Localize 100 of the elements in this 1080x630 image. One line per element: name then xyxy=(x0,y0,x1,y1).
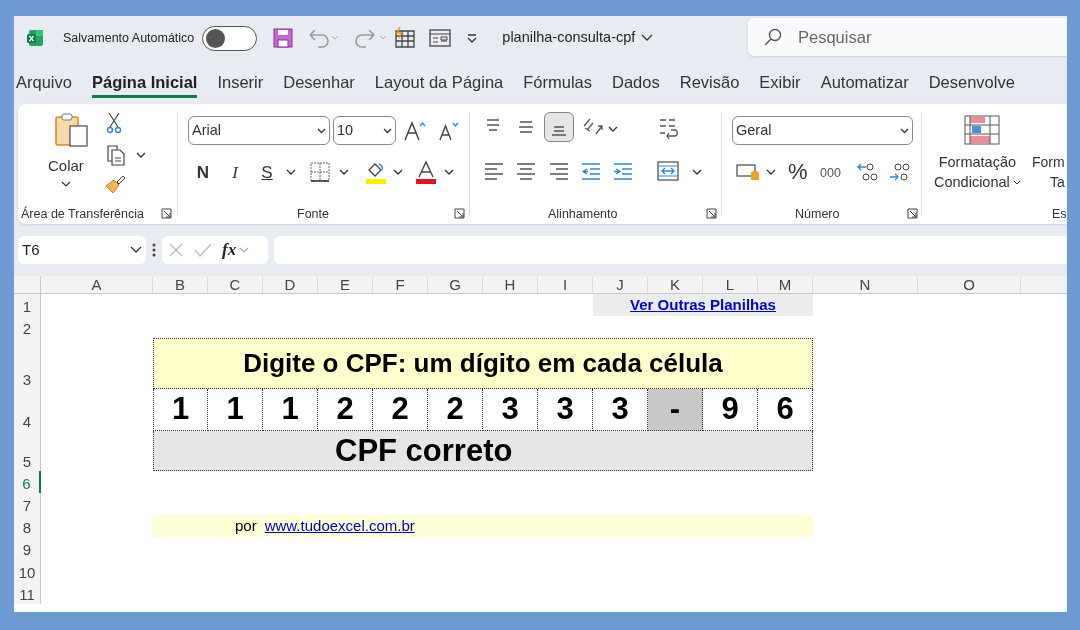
digit-cell[interactable]: 3 xyxy=(538,389,593,431)
column-header[interactable]: B xyxy=(153,276,208,293)
format-as-table-button[interactable]: Form Ta xyxy=(1032,152,1065,192)
column-header[interactable]: N xyxy=(813,276,918,293)
customize-caret-icon[interactable] xyxy=(466,33,479,43)
filename-menu[interactable]: planilha-consulta-cpf xyxy=(502,27,654,49)
increase-decimal-icon[interactable] xyxy=(856,162,878,182)
font-size-dropdown[interactable]: 10 xyxy=(333,116,396,145)
conditional-formatting-button[interactable]: Formatação Condicional xyxy=(934,152,1021,192)
separator-cell[interactable]: - xyxy=(648,389,703,431)
row-header[interactable]: 9 xyxy=(14,537,41,559)
font-color-icon[interactable] xyxy=(416,160,436,184)
digit-cell[interactable]: 3 xyxy=(483,389,538,431)
row-header[interactable]: 3 xyxy=(14,338,41,389)
align-center-icon[interactable] xyxy=(516,162,536,180)
form-icon[interactable] xyxy=(429,28,452,48)
dialog-launcher-icon[interactable] xyxy=(454,208,465,219)
decrease-indent-icon[interactable] xyxy=(581,162,601,180)
digit-cell[interactable]: 6 xyxy=(758,389,813,431)
conditional-formatting-icon[interactable] xyxy=(964,115,1000,145)
name-box[interactable]: T6 xyxy=(18,236,146,264)
ribbon-tab[interactable]: Inserir xyxy=(217,65,264,99)
number-format-dropdown[interactable]: Geral xyxy=(732,116,913,145)
caret-icon[interactable] xyxy=(383,127,392,134)
caret-icon[interactable] xyxy=(393,169,403,176)
ribbon-tab[interactable]: Automatizar xyxy=(820,65,909,99)
column-header[interactable]: A xyxy=(41,276,153,293)
search-field[interactable]: Pesquisar xyxy=(748,18,1067,56)
format-painter-icon[interactable] xyxy=(104,174,126,194)
digit-cell[interactable]: 1 xyxy=(153,389,208,431)
ribbon-tab[interactable]: Arquivo xyxy=(16,65,72,99)
dialog-launcher-icon[interactable] xyxy=(706,208,717,219)
wrap-text-icon[interactable] xyxy=(658,116,680,142)
ribbon-tab[interactable]: Exibir xyxy=(759,65,801,99)
caret-icon[interactable] xyxy=(136,152,146,159)
digit-cell[interactable]: 2 xyxy=(428,389,483,431)
bold-button[interactable]: N xyxy=(193,160,213,184)
ribbon-tab[interactable]: Fórmulas xyxy=(523,65,593,99)
caret-icon[interactable] xyxy=(130,246,142,254)
ribbon-tab[interactable]: Desenhar xyxy=(283,65,355,99)
row-header[interactable]: 2 xyxy=(14,316,41,338)
row-header[interactable]: 1 xyxy=(14,294,41,316)
ribbon-tab[interactable]: Layout da Página xyxy=(374,65,504,99)
align-right-icon[interactable] xyxy=(549,162,569,180)
more-options-icon[interactable] xyxy=(152,243,156,257)
paste-icon[interactable] xyxy=(54,112,90,148)
ribbon-tab[interactable]: Desenvolve xyxy=(928,65,1015,99)
caret-icon[interactable] xyxy=(339,169,349,176)
underline-button[interactable]: S xyxy=(257,160,277,184)
decrease-decimal-icon[interactable] xyxy=(888,162,910,182)
merge-center-icon[interactable] xyxy=(657,160,679,182)
column-header[interactable]: C xyxy=(208,276,263,293)
column-header[interactable]: J xyxy=(593,276,648,293)
digit-cell[interactable]: 2 xyxy=(318,389,373,431)
ribbon-tab[interactable]: Dados xyxy=(612,65,660,99)
row-header[interactable]: 8 xyxy=(14,515,41,537)
row-header[interactable]: 11 xyxy=(14,582,41,604)
caret-icon[interactable] xyxy=(1012,179,1021,185)
ribbon-tab[interactable]: Página Inicial xyxy=(91,65,198,99)
caret-icon[interactable] xyxy=(444,169,454,176)
shrink-font-icon[interactable] xyxy=(438,120,460,142)
website-link[interactable]: www.tudoexcel.com.br xyxy=(264,514,415,538)
digit-cell[interactable]: 3 xyxy=(593,389,648,431)
align-left-icon[interactable] xyxy=(484,162,504,180)
column-header[interactable]: D xyxy=(263,276,318,293)
digit-cell[interactable]: 9 xyxy=(703,389,758,431)
table-icon[interactable] xyxy=(394,27,417,49)
caret-icon[interactable] xyxy=(900,127,909,134)
borders-icon[interactable] xyxy=(310,162,330,182)
ribbon-tab[interactable]: Revisão xyxy=(679,65,740,99)
row-header[interactable]: 7 xyxy=(14,493,41,515)
italic-button[interactable]: I xyxy=(225,160,245,184)
paste-button[interactable]: Colar xyxy=(48,155,84,188)
percent-button[interactable]: % xyxy=(788,160,808,184)
formula-input[interactable] xyxy=(274,236,1067,264)
check-icon[interactable] xyxy=(194,242,212,258)
caret-icon[interactable] xyxy=(692,169,702,176)
save-icon[interactable] xyxy=(273,28,294,48)
column-header[interactable]: O xyxy=(918,276,1021,293)
dialog-launcher-icon[interactable] xyxy=(161,208,172,219)
scissors-icon[interactable] xyxy=(106,112,122,134)
row-header[interactable]: 10 xyxy=(14,559,41,582)
autosave-toggle[interactable] xyxy=(202,25,258,51)
chevron-down-icon[interactable] xyxy=(641,34,654,42)
row-header[interactable]: 4 xyxy=(14,389,41,431)
currency-icon[interactable] xyxy=(736,162,760,182)
digit-cell[interactable]: 1 xyxy=(263,389,318,431)
column-header[interactable]: H xyxy=(483,276,538,293)
column-header[interactable]: G xyxy=(428,276,483,293)
column-header[interactable]: K xyxy=(648,276,703,293)
caret-icon[interactable] xyxy=(766,169,776,176)
increase-indent-icon[interactable] xyxy=(613,162,633,180)
column-header[interactable]: L xyxy=(703,276,758,293)
font-name-dropdown[interactable]: Arial xyxy=(188,116,330,145)
caret-icon[interactable] xyxy=(60,180,71,188)
grow-font-icon[interactable] xyxy=(403,120,427,142)
digit-cell[interactable]: 2 xyxy=(373,389,428,431)
column-header[interactable]: I xyxy=(538,276,593,293)
fill-color-icon[interactable] xyxy=(365,160,387,184)
column-header[interactable]: M xyxy=(758,276,813,293)
